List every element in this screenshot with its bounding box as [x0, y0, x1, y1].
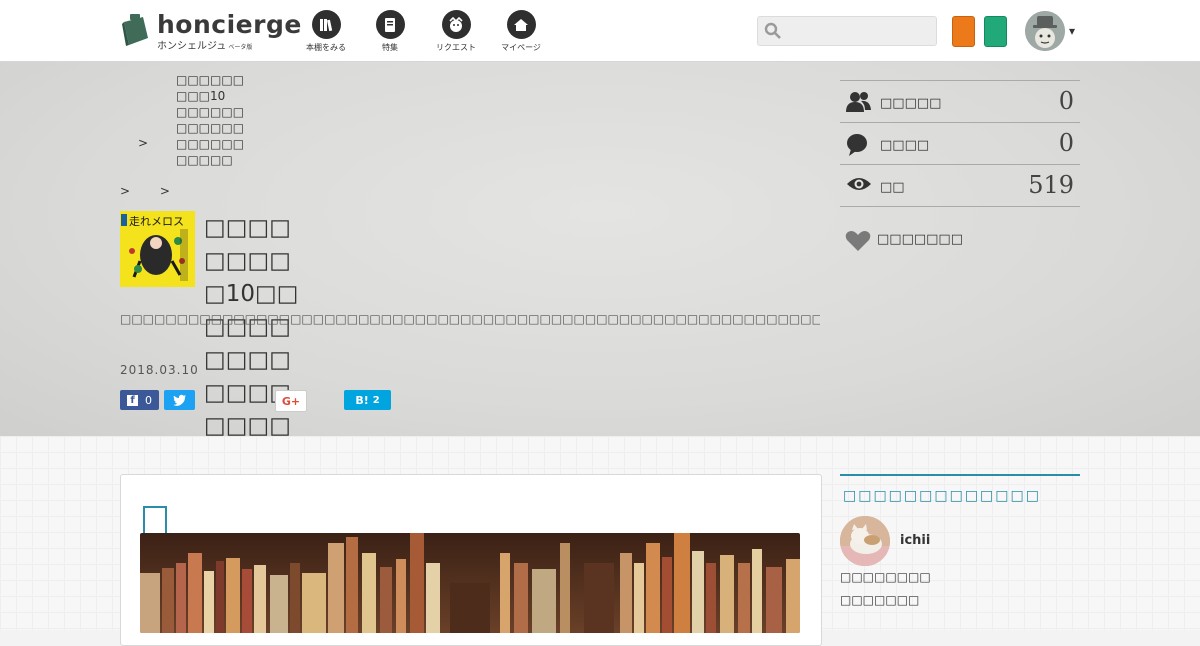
cover-title: 走れメロス: [129, 215, 184, 228]
breadcrumb-line: □□□□□□: [176, 121, 245, 135]
breadcrumb-line: □□□□□□: [176, 105, 245, 119]
users-icon: [846, 91, 872, 117]
orange-shelf-button[interactable]: [952, 16, 975, 47]
nav-bookshelf[interactable]: 本棚をみる: [296, 10, 356, 53]
breadcrumb-separator: >: [138, 136, 149, 150]
logo-subtitle: ホンシェルジュ ベータ版: [157, 37, 252, 52]
breadcrumb-separator: >: [120, 184, 131, 198]
user-avatar[interactable]: [1025, 11, 1065, 51]
stat-value: 0: [1058, 87, 1074, 115]
nav-label: マイページ: [501, 43, 541, 52]
nav-label: リクエスト: [436, 43, 476, 52]
twitter-share-button[interactable]: [164, 390, 195, 410]
hatena-bookmark-button[interactable]: B! 2: [344, 390, 391, 410]
book-cover[interactable]: 走れメロス: [120, 211, 195, 287]
stat-row-views: □□ 519: [840, 164, 1080, 207]
curator-name[interactable]: ichii: [900, 533, 930, 548]
site-header: honcierge ホンシェルジュ ベータ版 本棚をみる 特集 リクエスト マイペ…: [0, 0, 1200, 62]
curator-info: □□□□□□□: [840, 593, 920, 607]
favorite-label: □□□□□□□: [877, 232, 963, 247]
stat-value: 0: [1058, 129, 1074, 157]
nav-label: 特集: [382, 43, 398, 52]
hatena-count: 2: [372, 394, 380, 406]
facebook-count: 0: [145, 393, 152, 407]
stat-value: 519: [1028, 171, 1074, 199]
heart-icon: [845, 231, 871, 251]
publish-date: 2018.03.10: [120, 363, 199, 377]
favorite-button[interactable]: □□□□□□□: [845, 230, 963, 256]
logo-text[interactable]: honcierge: [157, 10, 302, 39]
nav-mypage[interactable]: マイページ: [491, 10, 551, 53]
stat-label: □□: [880, 180, 905, 195]
home-icon: [506, 10, 536, 39]
breadcrumb-line: □□□10: [176, 89, 226, 103]
stat-row-followers: □□□□□ 0: [840, 80, 1080, 122]
heading-bracket-icon: [143, 506, 167, 534]
search-box: [757, 16, 937, 46]
chevron-down-icon[interactable]: ▾: [1069, 24, 1075, 38]
breadcrumb-line: □□□□□□: [176, 137, 245, 151]
breadcrumb-line: □□□□□: [176, 153, 233, 167]
stat-row-comments: □□□□ 0: [840, 122, 1080, 164]
stat-label: □□□□□: [880, 96, 942, 111]
breadcrumb-line: □□□□□□: [176, 73, 245, 87]
hatena-icon: B!: [355, 393, 369, 407]
book-icon: [375, 10, 405, 39]
breadcrumb-separator: >: [159, 184, 170, 198]
stat-label: □□□□: [880, 138, 930, 153]
comment-icon: [846, 133, 870, 161]
books-icon: [311, 10, 341, 39]
breadcrumb-secondary: > >: [120, 184, 196, 198]
search-icon[interactable]: [764, 22, 782, 44]
logo-book-icon[interactable]: [121, 14, 151, 48]
curator-info: □□□□□□□□: [840, 570, 931, 584]
nav-label: 本棚をみる: [306, 43, 346, 52]
search-input[interactable]: [786, 20, 932, 42]
beta-badge: ベータ版: [228, 44, 253, 51]
sidebar-divider: [840, 474, 1080, 476]
nav-feature[interactable]: 特集: [360, 10, 420, 53]
request-icon: [441, 10, 471, 39]
curator-avatar[interactable]: [840, 516, 890, 566]
facebook-share-button[interactable]: f 0: [120, 390, 159, 410]
stats-panel: □□□□□ 0 □□□□ 0 □□ 519: [840, 80, 1080, 207]
breadcrumb-link[interactable]: □□□□□□ □□□10 □□□□□□ □□□□□□ □□□□□□ □□□□□: [176, 72, 245, 168]
logo-sub-text: ホンシェルジュ: [157, 41, 227, 52]
sidebar-title: □□□□□□□□□□□□□: [843, 488, 1041, 504]
green-shelf-button[interactable]: [984, 16, 1007, 47]
google-plus-share-button[interactable]: G+: [275, 390, 307, 412]
book-description: □□□□□□□□□□□□□□□□□□□□□□□□□□□□□□□□□□□□□□□□…: [120, 312, 820, 326]
bookshelf-image: [140, 533, 800, 633]
eye-icon: [846, 175, 872, 197]
twitter-icon: [172, 394, 186, 406]
nav-request[interactable]: リクエスト: [426, 10, 486, 53]
facebook-icon: f: [127, 394, 138, 406]
